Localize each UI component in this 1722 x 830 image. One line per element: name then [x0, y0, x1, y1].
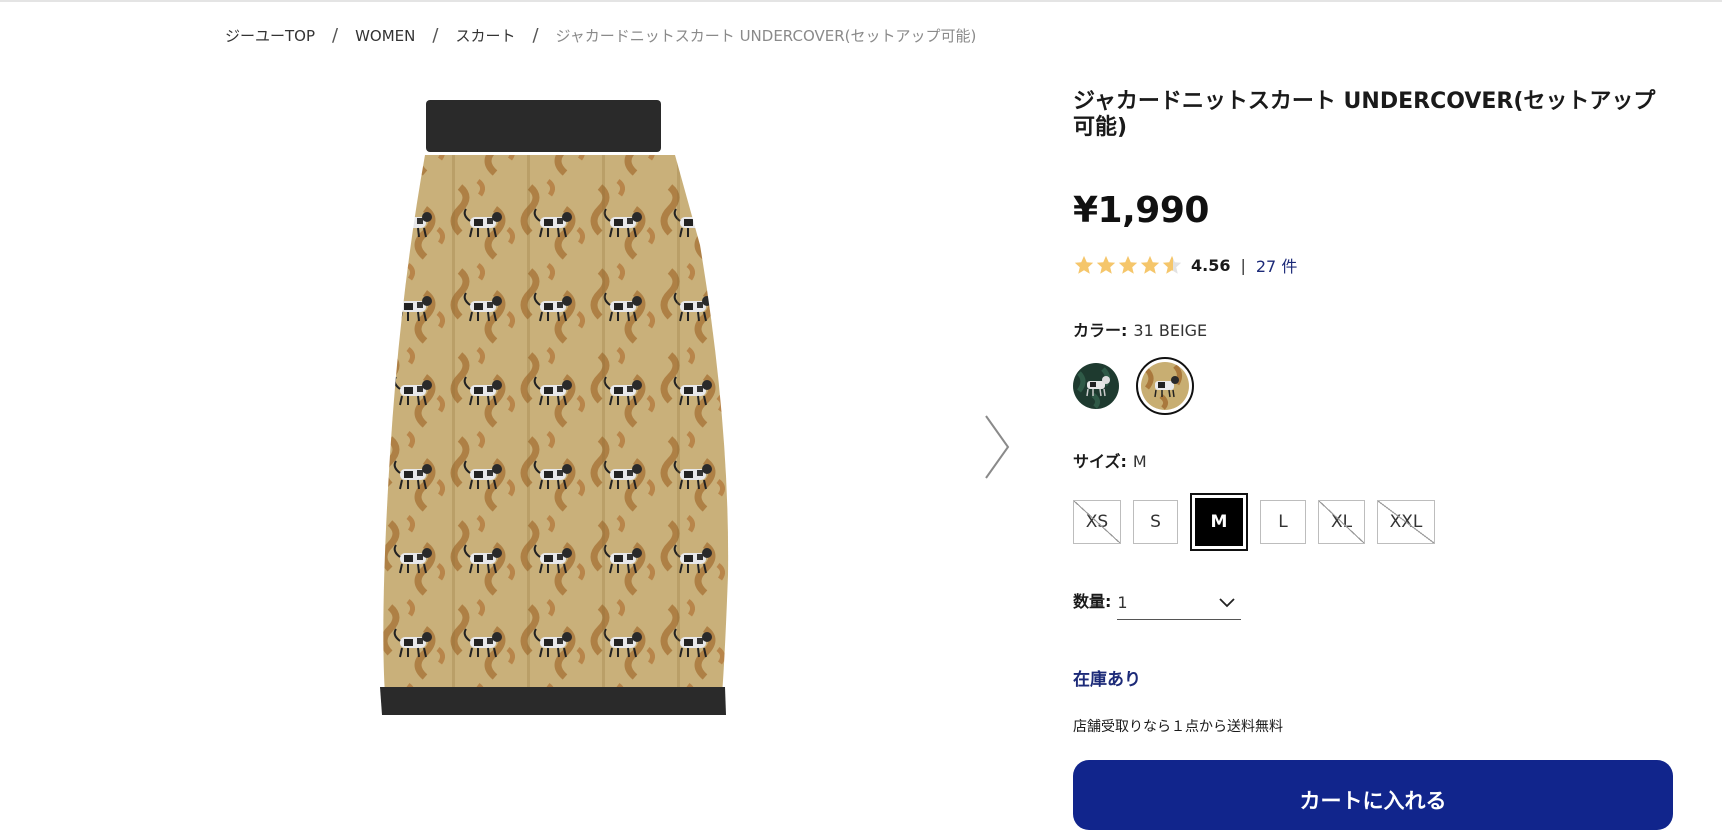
breadcrumb-separator: / [532, 24, 539, 46]
breadcrumb-link-women[interactable]: WOMEN [355, 27, 415, 45]
size-label: サイズ: [1073, 452, 1127, 471]
breadcrumb: ジーユーTOP / WOMEN / スカート / ジャカードニットスカート UN… [225, 25, 976, 46]
size-options: XS S M L XL XXL [1073, 493, 1447, 551]
star-icon [1096, 255, 1116, 274]
breadcrumb-link-skirt[interactable]: スカート [455, 25, 515, 46]
color-swatch-beige-selected[interactable] [1136, 357, 1194, 415]
stock-status: 在庫あり [1073, 670, 1141, 690]
quantity-label: 数量: [1073, 592, 1112, 611]
size-option-xs[interactable]: XS [1073, 500, 1121, 544]
rating-separator: | [1240, 255, 1246, 275]
rating-stars [1073, 254, 1183, 276]
size-option-xl[interactable]: XL [1318, 500, 1365, 544]
quantity-row: 数量: 1 [1073, 588, 1242, 620]
quantity-value: 1 [1117, 593, 1128, 612]
next-image-arrow[interactable] [982, 412, 1012, 482]
product-price: ¥1,990 [1073, 190, 1209, 231]
breadcrumb-separator: / [432, 24, 439, 46]
chevron-down-icon [1219, 597, 1236, 607]
size-row: サイズ: M [1073, 448, 1147, 472]
star-half-icon [1162, 255, 1182, 274]
size-option-m[interactable]: M [1190, 493, 1248, 551]
quantity-select[interactable]: 1 [1117, 593, 1242, 620]
product-title: ジャカードニットスカート UNDERCOVER(セットアップ可能) [1073, 89, 1656, 140]
size-option-s[interactable]: S [1133, 500, 1178, 544]
breadcrumb-link-top[interactable]: ジーユーTOP [225, 25, 315, 46]
color-swatches [1073, 357, 1194, 415]
breadcrumb-current: ジャカードニットスカート UNDERCOVER(セットアップ可能) [555, 27, 977, 45]
review-count-link[interactable]: 27 件 [1256, 253, 1297, 277]
star-icon [1118, 255, 1138, 274]
color-value: 31 BEIGE [1133, 321, 1208, 340]
top-divider [0, 0, 1722, 2]
rating: 4.56 | 27 件 [1073, 253, 1297, 277]
size-option-l[interactable]: L [1260, 500, 1306, 544]
color-swatch-beige [1141, 362, 1189, 410]
shipping-note: 店舗受取りなら１点から送料無料 [1073, 719, 1283, 735]
size-value: M [1132, 452, 1147, 471]
color-label: カラー: [1073, 321, 1128, 340]
rating-value: 4.56 [1191, 255, 1231, 275]
breadcrumb-separator: / [332, 24, 339, 46]
add-to-cart-button[interactable]: カートに入れる [1073, 760, 1673, 830]
chevron-right-icon [985, 415, 1010, 479]
star-icon [1140, 255, 1160, 274]
color-swatch-green[interactable] [1073, 363, 1119, 409]
size-option-m-label: M [1195, 498, 1243, 546]
star-icon [1074, 255, 1094, 274]
product-image[interactable] [380, 95, 850, 811]
color-row: カラー: 31 BEIGE [1073, 317, 1207, 341]
size-option-xxl[interactable]: XXL [1377, 500, 1435, 544]
